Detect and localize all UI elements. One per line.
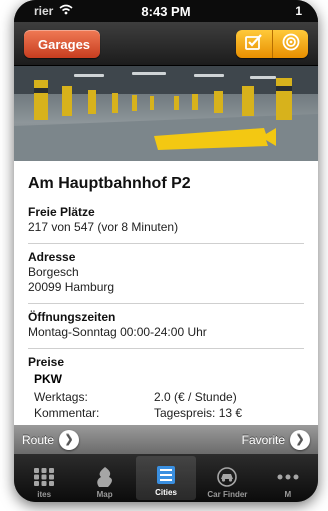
prices-label: Preise bbox=[28, 355, 65, 369]
back-button-label: Garages bbox=[38, 36, 91, 52]
map-icon bbox=[94, 464, 116, 490]
price-key: Kommentar: bbox=[34, 406, 100, 420]
free-spaces-value: 217 von 547 (vor 8 Minuten) bbox=[28, 220, 179, 234]
favorite-button[interactable]: Favorite ❯ bbox=[241, 429, 310, 450]
price-row: Werktags: 2.0 (€ / Stunde) bbox=[28, 389, 304, 405]
checkmark-button[interactable] bbox=[236, 30, 272, 58]
garage-photo bbox=[14, 66, 318, 161]
tab-label: Map bbox=[96, 490, 113, 499]
chevron-right-icon: ❯ bbox=[59, 429, 80, 450]
tab-label: M bbox=[284, 490, 292, 499]
car-icon bbox=[215, 464, 239, 490]
route-label: Route bbox=[22, 432, 55, 447]
free-spaces-label: Freie Plätze bbox=[28, 205, 95, 219]
opening-hours-value: Montag-Sonntag 00:00-24:00 Uhr bbox=[28, 325, 207, 339]
tab-cities[interactable]: Cities bbox=[135, 456, 197, 500]
tab-map[interactable]: Map bbox=[74, 454, 134, 502]
segmented-control bbox=[236, 30, 308, 58]
chevron-right-icon: ❯ bbox=[290, 429, 310, 450]
tab-label: ites bbox=[37, 490, 52, 499]
address-line2: 20099 Hamburg bbox=[28, 280, 115, 294]
tab-label: Cities bbox=[155, 488, 177, 497]
favorite-label: Favorite bbox=[241, 432, 285, 447]
address-section: Adresse Borgesch 20099 Hamburg bbox=[28, 244, 304, 304]
tab-favorites[interactable]: ites bbox=[14, 454, 74, 502]
price-value: Tagespreis: 13 € bbox=[154, 406, 243, 420]
grid-icon bbox=[33, 464, 55, 490]
free-spaces-section: Freie Plätze 217 von 547 (vor 8 Minuten) bbox=[28, 199, 304, 244]
prices-category: PKW bbox=[34, 372, 62, 386]
price-key: Werktags: bbox=[34, 390, 88, 404]
tab-label: Car Finder bbox=[207, 490, 248, 499]
opening-hours-label: Öffnungszeiten bbox=[28, 310, 116, 324]
route-button[interactable]: Route ❯ bbox=[22, 429, 80, 450]
more-icon bbox=[277, 464, 299, 490]
target-button[interactable] bbox=[272, 30, 308, 58]
garage-details: Am Hauptbahnhof P2 Freie Plätze 217 von … bbox=[14, 161, 318, 425]
tab-more[interactable]: M bbox=[258, 454, 318, 502]
address-label: Adresse bbox=[28, 250, 76, 264]
price-value: 2.0 (€ / Stunde) bbox=[154, 390, 237, 404]
garages-back-button[interactable]: Garages bbox=[24, 30, 101, 58]
opening-hours-section: Öffnungszeiten Montag-Sonntag 00:00-24:0… bbox=[28, 304, 304, 349]
checkmark-icon bbox=[245, 33, 263, 55]
phone-screen: rier 8:43 PM 1 Garages Am Hauptbahnhof P… bbox=[14, 0, 318, 502]
list-icon bbox=[156, 462, 176, 488]
tab-car-finder[interactable]: Car Finder bbox=[197, 454, 257, 502]
garage-title: Am Hauptbahnhof P2 bbox=[28, 175, 191, 192]
prices-section: Preise PKW Werktags: 2.0 (€ / Stunde) Ko… bbox=[28, 349, 304, 425]
action-bar: Route ❯ Favorite ❯ bbox=[14, 425, 318, 454]
status-bar: rier 8:43 PM 1 bbox=[14, 0, 318, 22]
status-time: 8:43 PM bbox=[141, 3, 191, 19]
address-line1: Borgesch bbox=[28, 265, 79, 279]
tab-bar: ites Map Cities Car Finder M bbox=[14, 454, 318, 502]
price-row: Kommentar: Tagespreis: 13 € bbox=[28, 405, 304, 421]
navigation-bar: Garages bbox=[14, 22, 318, 66]
target-icon bbox=[282, 33, 300, 56]
